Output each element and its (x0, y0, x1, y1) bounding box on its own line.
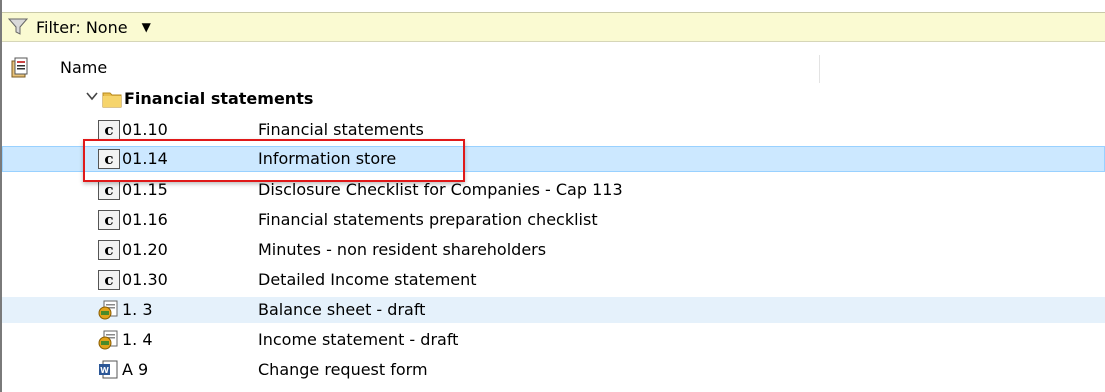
checklist-document-icon: c (98, 180, 120, 200)
checklist-document-icon: c (98, 240, 120, 260)
item-description: Detailed Income statement (258, 270, 477, 289)
checklist-document-icon: c (98, 120, 120, 140)
item-code: 1. 3 (122, 300, 153, 319)
folder-icon (102, 90, 122, 112)
item-code: 01.30 (122, 270, 168, 289)
list-item[interactable]: c 01.15 Disclosure Checklist for Compani… (2, 177, 1105, 203)
chevron-down-icon[interactable] (86, 90, 98, 106)
column-header-name[interactable]: Name (2, 55, 820, 83)
list-item[interactable]: c 01.30 Detailed Income statement (2, 267, 1105, 293)
filter-bar[interactable]: Filter: None ▼ (2, 12, 1105, 42)
list-item[interactable]: W A 9 Change request form (2, 357, 1105, 383)
spreadsheet-document-icon (98, 300, 120, 320)
item-code: 01.14 (122, 149, 168, 168)
item-description: Income statement - draft (258, 330, 459, 349)
list-item[interactable]: 1. 4 Income statement - draft (2, 327, 1105, 353)
list-item[interactable]: c 01.20 Minutes - non resident sharehold… (2, 237, 1105, 263)
list-item[interactable]: c 01.10 Financial statements (2, 117, 1105, 143)
checklist-document-icon: c (98, 210, 120, 230)
item-description: Disclosure Checklist for Companies - Cap… (258, 180, 623, 199)
item-description: Balance sheet - draft (258, 300, 426, 319)
item-code: 01.10 (122, 120, 168, 139)
document-icon (10, 57, 32, 79)
group-row-financial-statements[interactable]: Financial statements (2, 87, 1105, 113)
checklist-document-icon: c (98, 270, 120, 290)
item-code: 1. 4 (122, 330, 153, 349)
column-name-label: Name (60, 58, 108, 77)
list-item[interactable]: c 01.16 Financial statements preparation… (2, 207, 1105, 233)
list-item-selected[interactable]: c 01.14 Information store (2, 146, 1105, 172)
list-item[interactable]: 1. 3 Balance sheet - draft (2, 297, 1105, 323)
item-description: Minutes - non resident shareholders (258, 240, 547, 259)
item-description: Information store (258, 149, 397, 168)
svg-text:W: W (100, 366, 109, 375)
item-description: Change request form (258, 360, 428, 379)
group-label: Financial statements (124, 89, 314, 108)
filter-label[interactable]: Filter: None (36, 18, 128, 37)
item-description: Financial statements (258, 120, 424, 139)
item-code: A 9 (122, 360, 149, 379)
item-description: Financial statements preparation checkli… (258, 210, 598, 229)
word-document-icon: W (98, 360, 120, 380)
item-code: 01.20 (122, 240, 168, 259)
item-code: 01.16 (122, 210, 168, 229)
item-code: 01.15 (122, 180, 168, 199)
filter-icon (8, 17, 30, 37)
chevron-down-icon[interactable]: ▼ (142, 20, 151, 34)
spreadsheet-document-icon (98, 330, 120, 350)
checklist-document-icon: c (98, 149, 120, 169)
